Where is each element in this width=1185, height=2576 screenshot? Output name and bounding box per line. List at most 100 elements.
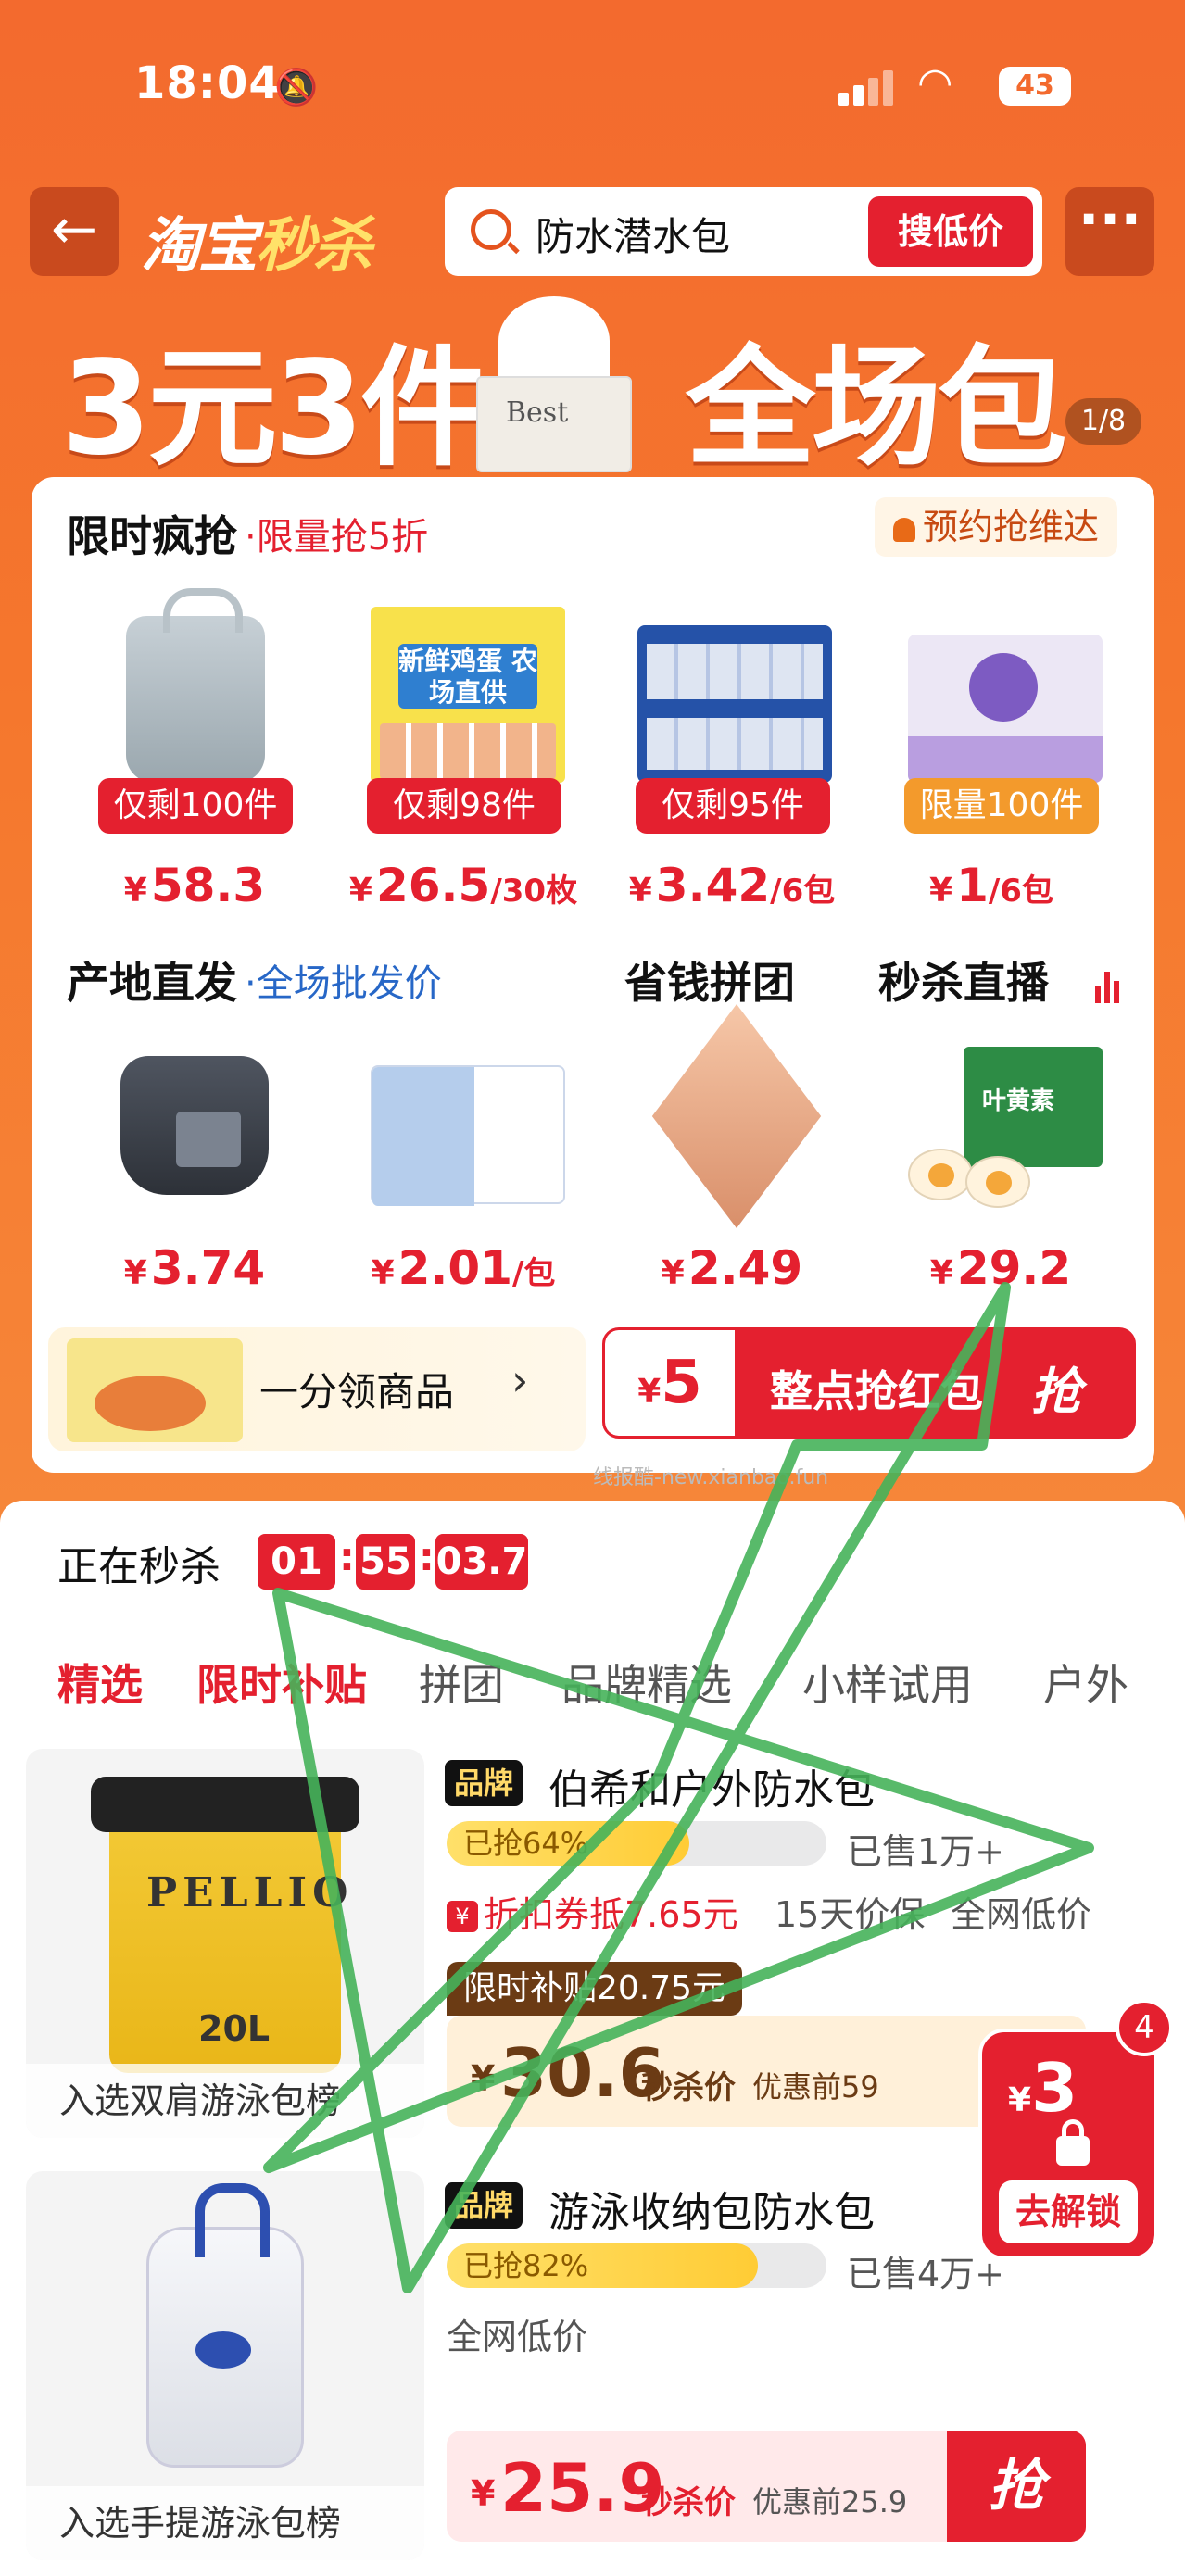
product-price: ¥2.49 (661, 1241, 803, 1295)
lock-icon (1056, 2119, 1090, 2166)
reserve-label: 预约抢维达 (923, 507, 1100, 547)
item-2-price: 25.9 (500, 2449, 665, 2527)
item-2-price-bar[interactable]: ¥ 25.9 秒杀价 优惠前25.9 抢 (447, 2431, 1086, 2542)
item-1-price-label: 秒杀价 (641, 2069, 736, 2106)
cellular-signal-icon (838, 67, 896, 106)
live-bars-icon (1095, 968, 1123, 1003)
category-tab-brand[interactable]: 品牌精选 (561, 1652, 732, 1713)
category-tab-sample[interactable]: 小样试用 (802, 1652, 973, 1713)
limited-product-1[interactable]: 仅剩100件 ¥58.3 (83, 588, 306, 912)
stock-tag: 仅剩100件 (98, 778, 293, 834)
swim-bag-image (146, 2183, 304, 2468)
limited-title: 限时疯抢 (67, 511, 237, 561)
app-logo: 淘宝秒杀 (141, 198, 372, 283)
product-price: ¥3.74 (123, 1241, 266, 1295)
item-1-sold: 已售1万+ (847, 1831, 1005, 1872)
brand-badge: 品牌 (445, 1760, 523, 1806)
item-2-name[interactable]: 游泳收纳包防水包 (548, 2179, 875, 2238)
item-2-image[interactable]: 入选手提游泳包榜 (26, 2171, 424, 2560)
red-packet-banner[interactable]: ¥5 整点抢红包 抢 (602, 1327, 1136, 1439)
deals-panel: 限时疯抢 ·限量抢5折 预约抢维达 仅剩100件 ¥58.3 新鲜鸡蛋 农场直供… (32, 477, 1154, 1473)
bell-icon (893, 518, 915, 542)
reserve-button[interactable]: 预约抢维达 (875, 497, 1118, 557)
origin-title: 产地直发 (67, 958, 237, 1008)
penny-goods-banner[interactable]: 一分领商品 › (48, 1327, 586, 1451)
item-2-grab-button[interactable]: 抢 (947, 2431, 1086, 2542)
item-1-rank-caption[interactable]: 入选双肩游泳包榜 (26, 2064, 424, 2138)
search-low-price-button[interactable]: 搜低价 (868, 196, 1033, 267)
red-packet-amount: ¥5 (605, 1330, 735, 1436)
egg-crate-image: 叶黄素 (908, 1047, 1103, 1213)
search-icon (471, 209, 511, 250)
timer-colon: : (419, 1534, 435, 1579)
more-icon[interactable]: ··· (1065, 187, 1154, 276)
search-bar[interactable]: 防水潜水包 搜低价 (445, 187, 1042, 276)
search-input[interactable]: 防水潜水包 (536, 206, 730, 262)
dry-bag-image: PELLIO 20L (91, 1777, 359, 2073)
item-1-low-price: 全网低价 (951, 1894, 1092, 1935)
origin-product-1[interactable]: ¥3.74 (83, 1019, 306, 1306)
product-price: ¥29.2 (929, 1241, 1072, 1295)
item-1-subsidy-tag: 限时补贴20.75元 (447, 1962, 743, 2016)
top-header: ← 淘宝秒杀 防水潜水包 搜低价 ··· (0, 185, 1185, 281)
origin-product-2[interactable]: ¥2.01/包 (352, 1019, 574, 1306)
handbag-image (120, 1056, 269, 1195)
group-title[interactable]: 省钱拼团 (624, 949, 795, 1011)
tissue-box-label: Best (506, 396, 569, 429)
banner-left-text: 3元3件 (61, 333, 490, 484)
tab-tomorrow[interactable]: 明天20点抢 (912, 1533, 1127, 1592)
grab-button[interactable]: 抢 (1031, 1351, 1081, 1424)
limited-product-2[interactable]: 新鲜鸡蛋 农场直供 仅剩98件 ¥26.5/30枚 (349, 588, 577, 912)
live-product[interactable]: 叶黄素 ¥29.2 (889, 1019, 1112, 1306)
timer-seconds: 03.7 (435, 1534, 528, 1590)
unlock-floating-widget[interactable]: 4 ¥3 去解锁 (978, 1999, 1173, 2260)
item-2-sold: 已售4万+ (847, 2254, 1005, 2294)
tissue-white-image (371, 1065, 565, 1206)
item-2-low-price: 全网低价 (447, 2317, 588, 2357)
back-arrow-icon[interactable]: ← (30, 187, 119, 276)
banner-page-indicator: 1/8 (1065, 398, 1141, 445)
item-1-name[interactable]: 伯希和户外防水包 (548, 1756, 875, 1816)
battery-icon: 43 (999, 67, 1071, 106)
timer-colon: : (339, 1534, 355, 1579)
item-2-price-label: 秒杀价 (641, 2484, 736, 2521)
mute-bell-icon: 🔕 (274, 67, 319, 107)
category-tab-selected[interactable]: 精选 (57, 1652, 143, 1713)
category-tab-outdoor[interactable]: 户外 (1043, 1652, 1128, 1713)
item-1-coupon: ¥ 折扣券抵7.65元 (447, 1886, 738, 1937)
product-price: ¥1/6包 (929, 859, 1053, 912)
logo-part-a: 淘宝 (141, 212, 258, 281)
promo-banner[interactable]: 3元3件 Best 全场包邮 1/8 (0, 296, 1185, 672)
noodle-product-image (67, 1338, 243, 1442)
group-product[interactable]: ¥2.49 (621, 1004, 843, 1306)
live-title[interactable]: 秒杀直播 (878, 949, 1049, 1011)
item-2-progress: 已抢82% (447, 2243, 826, 2288)
item-1-price: 30.6 (500, 2034, 665, 2112)
limited-product-4[interactable]: 限量100件 ¥1/6包 (889, 588, 1112, 912)
tab-today[interactable]: 今天20点抢 (611, 1533, 826, 1592)
item-1-image[interactable]: PELLIO 20L 入选双肩游泳包榜 (26, 1749, 424, 2138)
penny-text: 一分领商品 (259, 1369, 455, 1414)
category-tab-group[interactable]: 拼团 (419, 1652, 504, 1713)
logo-part-b: 秒杀 (256, 212, 372, 281)
tissue-product-image: Best (471, 296, 637, 472)
item-1-progress: 已抢64% (447, 1821, 826, 1866)
tab-now-flash[interactable]: 正在秒杀 (57, 1533, 221, 1592)
product-price: ¥2.01/包 (371, 1241, 556, 1295)
limited-product-3[interactable]: 仅剩95件 ¥3.42/6包 (621, 588, 843, 912)
origin-subtitle: ·全场批发价 (245, 962, 442, 1005)
category-tab-subsidy[interactable]: 限时补贴 (196, 1652, 367, 1713)
wifi-icon: ◠ (917, 59, 953, 107)
item-1-before: 优惠前59 (752, 2069, 879, 2105)
item-2-rank-caption[interactable]: 入选手提游泳包榜 (26, 2486, 424, 2560)
egg-box-image: 新鲜鸡蛋 农场直供 (371, 607, 565, 783)
vinda-tissue-image (908, 635, 1103, 783)
unlock-badge: 4 (1116, 1999, 1173, 2056)
stock-tag: 仅剩95件 (636, 778, 830, 834)
watermark: 线报酷-new.xianbao.fun (593, 1466, 829, 1489)
stock-tag: 限量100件 (904, 778, 1099, 834)
timer-minutes: 55 (356, 1534, 415, 1590)
item-1-price-protect: 15天价保 (775, 1894, 926, 1935)
product-price: ¥3.42/6包 (628, 859, 836, 912)
unlock-button[interactable]: 去解锁 (999, 2180, 1138, 2243)
